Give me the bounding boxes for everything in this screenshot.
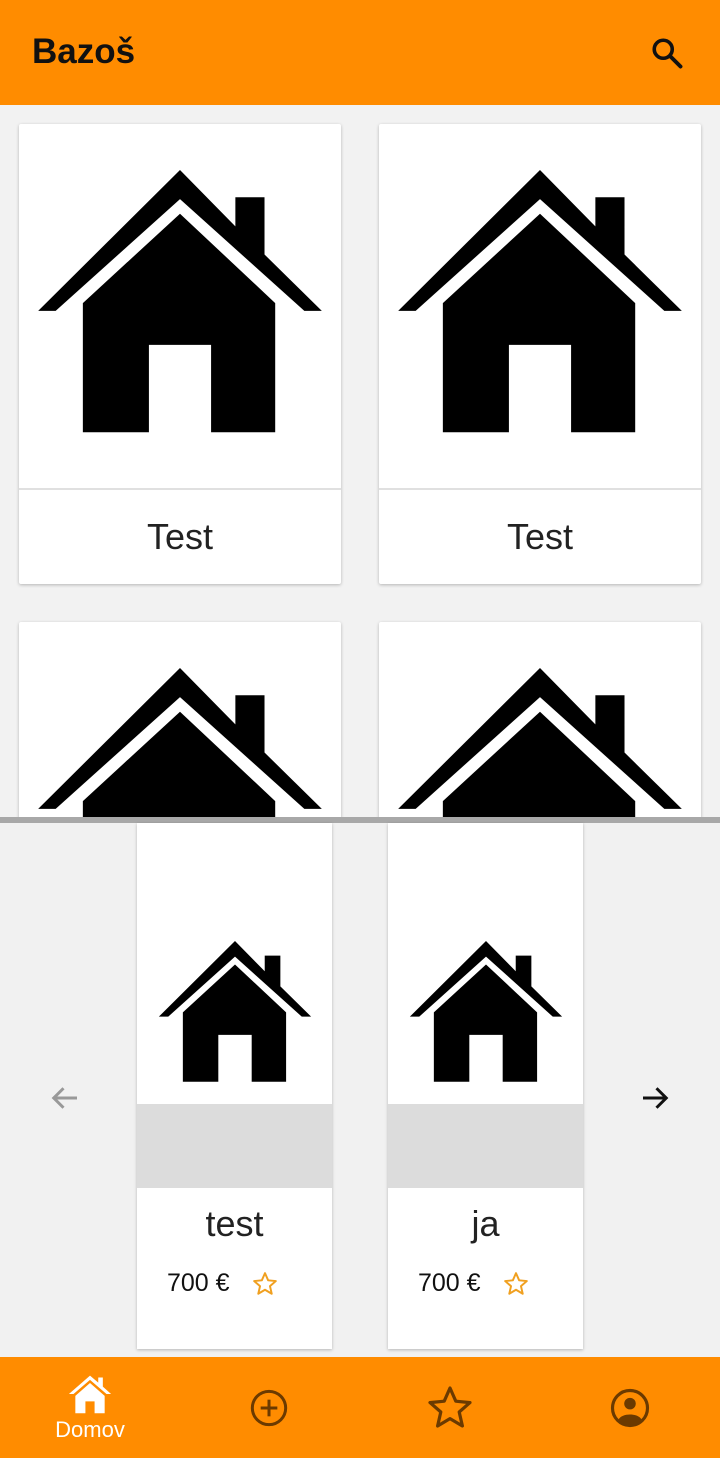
- search-icon: [652, 38, 683, 69]
- house-icon: [409, 940, 562, 1082]
- listing-card[interactable]: [379, 622, 701, 817]
- carousel-card[interactable]: ja 700 €: [388, 823, 583, 1349]
- search-button[interactable]: [640, 26, 694, 80]
- listing-image: [19, 622, 341, 817]
- listing-card[interactable]: [19, 622, 341, 817]
- house-icon: [398, 668, 682, 817]
- house-icon: [158, 940, 311, 1082]
- star-outline-icon: [503, 1271, 528, 1295]
- listing-title: Test: [146, 516, 214, 557]
- carousel-card-band: [137, 1104, 332, 1188]
- listing-image: [379, 124, 701, 490]
- arrow-back-icon: [51, 1087, 77, 1109]
- listing-carousel: test 700 € ja 700 €: [0, 823, 720, 1357]
- house-icon: [398, 170, 682, 433]
- carousel-card-image: [137, 823, 332, 1104]
- listing-image: [379, 622, 701, 817]
- house-icon: [38, 170, 322, 433]
- carousel-card-price-row: 700 €: [418, 1269, 529, 1298]
- bottom-navigation: Domov: [0, 1357, 720, 1458]
- home-icon: [68, 1375, 112, 1413]
- nav-home[interactable]: Domov: [0, 1357, 180, 1458]
- carousel-card-band: [388, 1104, 583, 1188]
- listing-card[interactable]: Test: [19, 124, 341, 584]
- listing-image: [19, 124, 341, 490]
- nav-profile[interactable]: [540, 1357, 720, 1458]
- arrow-forward-icon: [643, 1087, 669, 1109]
- nav-home-label: Domov: [55, 1416, 125, 1442]
- carousel-card-title: test: [205, 1203, 264, 1244]
- listing-title: Test: [506, 516, 574, 557]
- carousel-card-image: [388, 823, 583, 1104]
- listing-grid: Test Test: [0, 105, 720, 817]
- house-icon: [38, 668, 322, 817]
- carousel-card-price: 700 €: [167, 1269, 230, 1297]
- carousel-card[interactable]: test 700 €: [137, 823, 332, 1349]
- carousel-card-price: 700 €: [418, 1269, 481, 1297]
- carousel-next-button[interactable]: [628, 1071, 682, 1125]
- app-bar: Bazoš: [0, 0, 720, 105]
- app-title: Bazoš: [32, 32, 136, 71]
- carousel-card-title: ja: [471, 1203, 500, 1244]
- nav-add[interactable]: [179, 1357, 359, 1458]
- carousel-card-price-row: 700 €: [167, 1269, 278, 1298]
- account-circle-icon: [610, 1388, 650, 1427]
- star-outline-icon: [252, 1271, 277, 1295]
- favorite-button[interactable]: [503, 1271, 529, 1297]
- add-circle-icon: [250, 1389, 288, 1426]
- favorite-button[interactable]: [252, 1271, 278, 1297]
- star-icon: [428, 1385, 472, 1428]
- nav-favorites[interactable]: [360, 1357, 540, 1458]
- listing-card[interactable]: Test: [379, 124, 701, 584]
- carousel-prev-button[interactable]: [38, 1071, 92, 1125]
